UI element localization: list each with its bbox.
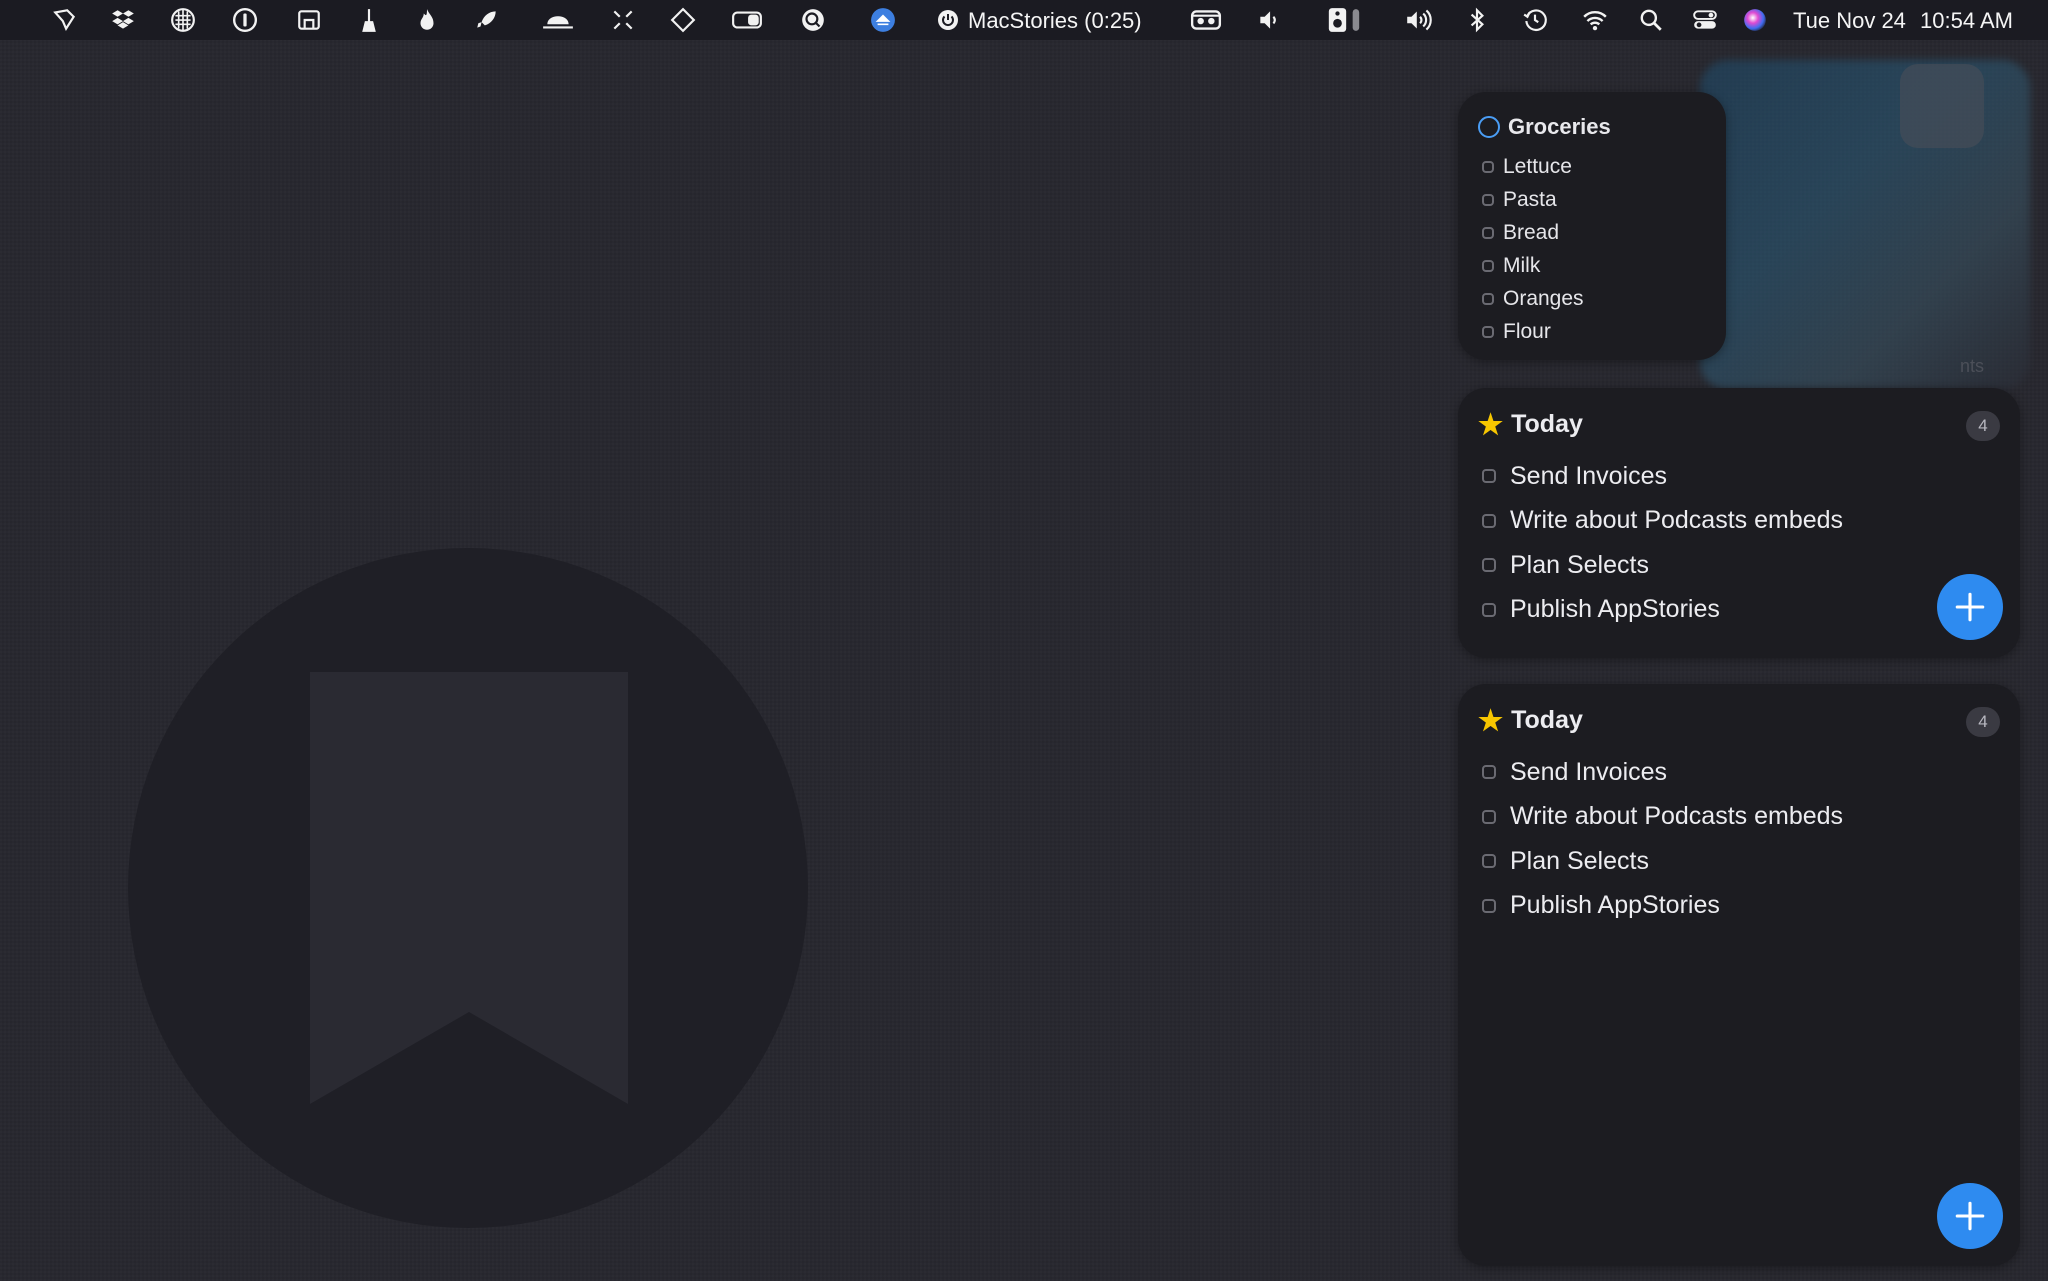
item-label: Milk (1503, 253, 1541, 277)
flame-icon[interactable] (412, 6, 442, 34)
item-label: Publish AppStories (1510, 595, 1720, 624)
count-badge: 4 (1966, 411, 2000, 441)
groceries-list: Lettuce Pasta Bread Milk Oranges Flour (1482, 150, 1584, 348)
list-item[interactable]: Write about Podcasts embeds (1482, 795, 1843, 840)
list-item[interactable]: Send Invoices (1482, 454, 1843, 499)
onepassword-icon[interactable] (230, 6, 260, 34)
checkbox-icon[interactable] (1482, 602, 1496, 617)
item-label: Plan Selects (1510, 550, 1649, 579)
today-medium-header[interactable]: ★ Today (1478, 410, 1583, 439)
list-item[interactable]: Bread (1482, 216, 1584, 249)
checkbox-icon[interactable] (1482, 469, 1496, 484)
mask-icon[interactable] (1188, 6, 1224, 34)
today-large-list: Send Invoices Write about Podcasts embed… (1482, 750, 1843, 928)
volume-icon[interactable] (1402, 6, 1438, 34)
siri-icon[interactable] (1740, 6, 1770, 34)
list-ring-icon (1478, 116, 1500, 138)
checkbox-icon[interactable] (1482, 898, 1496, 913)
list-item[interactable]: Send Invoices (1482, 750, 1843, 795)
count-badge: 4 (1966, 707, 2000, 737)
list-item[interactable]: Oranges (1482, 282, 1584, 315)
list-item[interactable]: Publish AppStories (1482, 588, 1843, 633)
search-app-icon[interactable] (798, 6, 828, 34)
today-medium-list: Send Invoices Write about Podcasts embed… (1482, 454, 1843, 632)
item-label: Plan Selects (1510, 846, 1649, 875)
item-label: Oranges (1503, 286, 1584, 310)
upload-icon[interactable] (868, 6, 898, 34)
item-label: Send Invoices (1510, 757, 1668, 786)
list-item[interactable]: Flour (1482, 315, 1584, 348)
menu-bar: MacStories (0:25) Tue Nov 24 10:54 AM (0, 0, 2048, 40)
speaker-icon[interactable] (1322, 6, 1366, 34)
checkbox-icon[interactable] (1482, 193, 1494, 206)
checkbox-icon[interactable] (1482, 226, 1494, 239)
item-label: Send Invoices (1510, 461, 1668, 490)
add-task-button[interactable] (1937, 574, 2003, 640)
broom-icon[interactable] (354, 6, 384, 34)
control-center-icon[interactable] (1690, 6, 1720, 34)
item-label: Lettuce (1503, 154, 1572, 178)
checkbox-icon[interactable] (1482, 292, 1494, 305)
item-label: Pasta (1503, 187, 1557, 211)
star-icon: ★ (1478, 704, 1504, 736)
checkbox-icon[interactable] (1482, 259, 1494, 272)
item-label: Write about Podcasts embeds (1510, 802, 1844, 831)
plus-icon (1955, 592, 1985, 622)
dropbox-icon[interactable] (108, 6, 138, 34)
today-large-title: Today (1511, 706, 1583, 734)
checkbox-icon[interactable] (1482, 765, 1496, 780)
menu-bar-date[interactable]: Tue Nov 24 (1793, 8, 1906, 34)
background-partial-label: nts (1960, 356, 1985, 376)
spotlight-icon[interactable] (1636, 6, 1666, 34)
rocket-icon[interactable] (472, 6, 502, 34)
list-item[interactable]: Lettuce (1482, 150, 1584, 183)
bluetooth-icon[interactable] (1462, 6, 1492, 34)
expand-icon[interactable] (608, 6, 638, 34)
groceries-title[interactable]: Groceries (1478, 114, 1611, 140)
checkbox-icon[interactable] (1482, 160, 1494, 173)
quill-icon[interactable] (50, 6, 80, 34)
time-machine-icon[interactable] (1520, 6, 1550, 34)
item-label: Publish AppStories (1510, 891, 1720, 920)
list-item[interactable]: Publish AppStories (1482, 884, 1843, 929)
groceries-title-text: Groceries (1508, 114, 1611, 139)
checkbox-icon[interactable] (1482, 809, 1496, 824)
menu-bar-time[interactable]: 10:54 AM (1920, 8, 2013, 34)
bowler-hat-icon[interactable] (538, 6, 578, 34)
list-item[interactable]: Plan Selects (1482, 839, 1843, 884)
today-large-header[interactable]: ★ Today (1478, 706, 1583, 735)
item-label: Write about Podcasts embeds (1510, 506, 1844, 535)
bookmark-icon (310, 672, 628, 1104)
list-item[interactable]: Pasta (1482, 183, 1584, 216)
checkbox-icon[interactable] (1482, 558, 1496, 573)
grid-icon[interactable] (168, 6, 198, 34)
add-task-button[interactable] (1937, 1183, 2003, 1249)
wifi-icon[interactable] (1580, 6, 1610, 34)
toggle-icon[interactable] (730, 6, 764, 34)
plus-icon (1955, 1201, 1985, 1231)
list-item[interactable]: Write about Podcasts embeds (1482, 499, 1843, 544)
checkbox-icon[interactable] (1482, 854, 1496, 869)
power-icon[interactable] (936, 6, 960, 34)
star-icon: ★ (1478, 408, 1504, 440)
list-item[interactable]: Plan Selects (1482, 543, 1843, 588)
item-label: Bread (1503, 220, 1560, 244)
today-medium-title: Today (1511, 410, 1583, 438)
volume-down-icon[interactable] (1254, 6, 1284, 34)
screen-icon[interactable] (294, 6, 324, 34)
background-app-tile (1900, 64, 1984, 148)
list-item[interactable]: Milk (1482, 249, 1584, 282)
checkbox-icon[interactable] (1482, 325, 1494, 338)
item-label: Flour (1503, 319, 1551, 343)
timer-label[interactable]: MacStories (0:25) (968, 8, 1142, 34)
checkbox-icon[interactable] (1482, 513, 1496, 528)
diamond-icon[interactable] (668, 6, 698, 34)
